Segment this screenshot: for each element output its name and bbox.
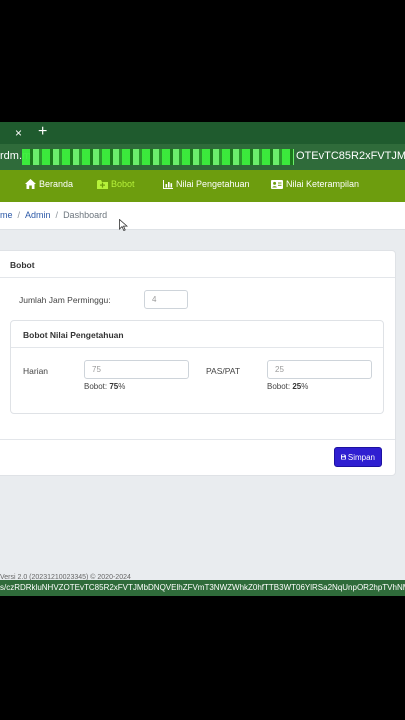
card-footer-divider	[0, 439, 395, 440]
screen-frame: × + rdm.m OTEvTC85R2xFVTJMbD... Beranda …	[0, 122, 405, 596]
save-icon	[341, 454, 346, 460]
nav-label: Beranda	[39, 179, 74, 189]
subcard-header: Bobot Nilai Pengetahuan	[11, 321, 383, 348]
nav-item-nilai-keterampilan[interactable]: Nilai Keterampilan	[271, 179, 359, 189]
nav-label: Nilai Pengetahuan	[176, 179, 250, 189]
card-title: Bobot	[10, 260, 35, 270]
browser-tab-bar: × +	[0, 122, 405, 144]
pas-pat-bobot-text: Bobot: 25%	[267, 382, 309, 391]
card-header: Bobot	[0, 251, 395, 278]
nav-item-beranda[interactable]: Beranda	[25, 179, 73, 189]
bobot-card: Bobot Jumlah Jam Perminggu: Bobot Nilai …	[0, 250, 396, 476]
harian-label: Harian	[23, 366, 49, 376]
pas-pat-label: PAS/PAT	[206, 366, 241, 376]
breadcrumb-separator: /	[55, 210, 59, 220]
breadcrumb-bar: me / Admin / Dashboard	[0, 202, 405, 230]
nav-item-bobot[interactable]: Bobot	[97, 179, 135, 189]
save-button-label: Simpan	[347, 452, 375, 462]
breadcrumb-home[interactable]: me	[0, 210, 13, 220]
chart-icon	[163, 179, 173, 189]
url-redacted-overlay	[22, 149, 294, 165]
tab-close-icon[interactable]: ×	[15, 125, 22, 141]
nav-label: Nilai Keterampilan	[286, 179, 360, 189]
bobot-pengetahuan-card: Bobot Nilai Pengetahuan Harian Bobot: 75…	[10, 320, 384, 414]
nav-label: Bobot	[111, 179, 135, 189]
nav-item-nilai-pengetahuan[interactable]: Nilai Pengetahuan	[163, 179, 250, 189]
home-icon	[25, 179, 36, 189]
folder-icon	[97, 179, 108, 189]
breadcrumb-current: Dashboard	[63, 210, 108, 220]
harian-bobot-text: Bobot: 75%	[84, 382, 126, 391]
browser-url-bar[interactable]: rdm.m OTEvTC85R2xFVTJMbD...	[0, 144, 405, 170]
top-navbar: Beranda Bobot Nilai Pengetahuan Nilai Ke…	[0, 170, 405, 202]
breadcrumb-separator: /	[17, 210, 21, 220]
breadcrumb: me / Admin / Dashboard	[0, 210, 107, 220]
id-card-icon	[271, 179, 283, 189]
new-tab-icon[interactable]: +	[38, 123, 47, 141]
save-button[interactable]: Simpan	[334, 447, 382, 467]
status-url: s/czRDRkluNHVZOTEvTC85R2xFVTJMbDNQVElhZF…	[0, 583, 405, 592]
jam-perminggu-label: Jumlah Jam Perminggu:	[19, 295, 111, 305]
mouse-cursor-icon	[119, 219, 128, 231]
subcard-title: Bobot Nilai Pengetahuan	[23, 330, 124, 340]
harian-input[interactable]	[84, 360, 189, 379]
pas-pat-input[interactable]	[267, 360, 372, 379]
url-end: OTEvTC85R2xFVTJMbD...	[296, 150, 405, 162]
breadcrumb-admin[interactable]: Admin	[25, 210, 51, 220]
browser-status-bar: s/czRDRkluNHVZOTEvTC85R2xFVTJMbDNQVElhZF…	[0, 580, 405, 596]
jam-perminggu-input[interactable]	[144, 290, 188, 309]
